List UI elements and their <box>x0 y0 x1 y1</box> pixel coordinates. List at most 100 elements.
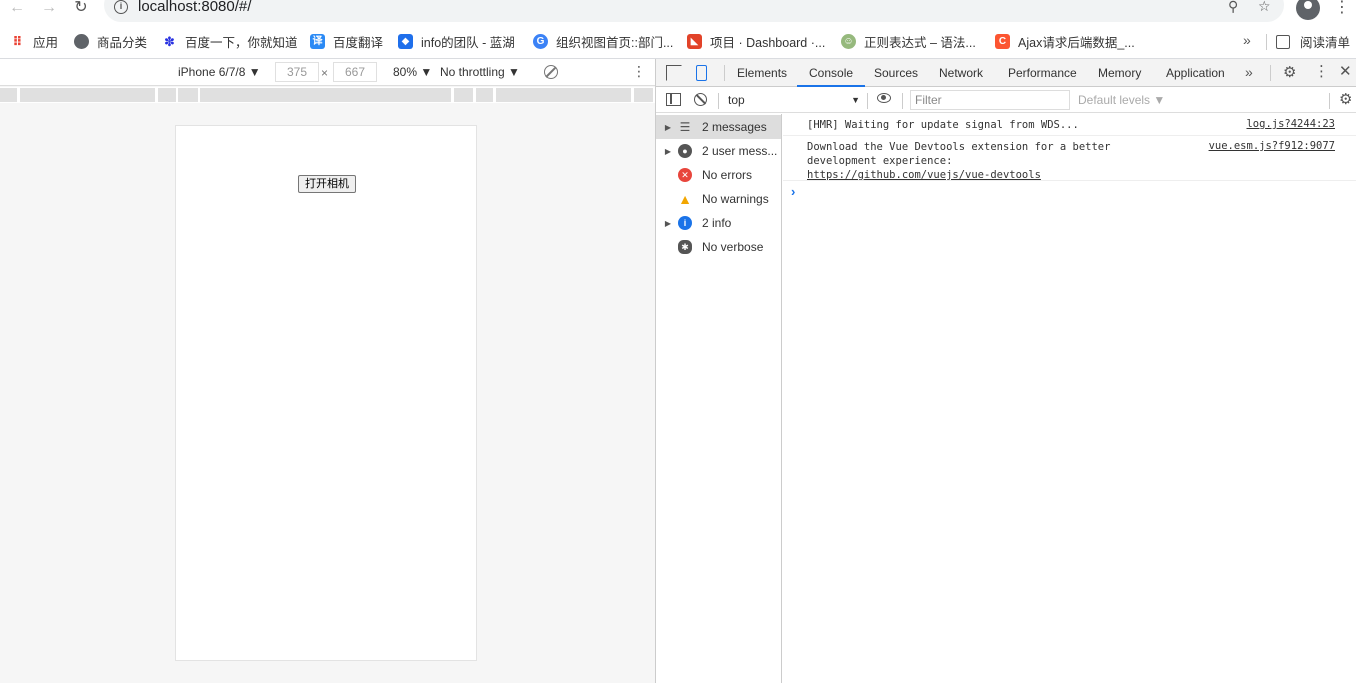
bookmark-item[interactable]: ◆ info的团队 - 蓝湖 <box>398 32 515 50</box>
device-toggle-icon[interactable] <box>696 65 707 81</box>
sidebar-item-user-messages[interactable]: ▶ ● 2 user mess... <box>656 139 781 163</box>
log-levels-select[interactable]: Default levels ▼ <box>1078 93 1165 107</box>
lanhu-icon: ◆ <box>398 33 413 49</box>
globe-icon <box>74 33 89 49</box>
message-text: [HMR] Waiting for update signal from WDS… <box>807 119 1079 131</box>
back-arrow-icon[interactable]: ← <box>6 0 28 18</box>
width-input[interactable]: 375 <box>275 62 319 82</box>
clear-console-icon[interactable] <box>694 93 707 106</box>
zoom-select[interactable]: 80% ▼ <box>393 65 432 79</box>
ruler-segment[interactable] <box>0 88 17 102</box>
media-query-ruler[interactable] <box>0 87 655 103</box>
bookmarks-divider <box>1266 34 1267 50</box>
tab-elements[interactable]: Elements <box>737 59 787 87</box>
ruler-segment[interactable] <box>178 88 198 102</box>
console-prompt[interactable]: › <box>791 184 795 199</box>
tab-performance[interactable]: Performance <box>1008 59 1077 87</box>
expand-arrow-icon[interactable]: ▶ <box>656 147 674 156</box>
rotate-icon[interactable] <box>544 65 558 79</box>
sidebar-item-label: No errors <box>702 168 753 182</box>
context-select[interactable]: top ▼ <box>728 91 860 109</box>
message-source-link[interactable]: vue.esm.js?f912:9077 <box>1209 140 1335 152</box>
live-expression-eye-icon[interactable] <box>877 93 891 103</box>
sidebar-item-warnings[interactable]: ▲ No warnings <box>656 187 781 211</box>
ruler-segment[interactable] <box>476 88 493 102</box>
height-input[interactable]: 667 <box>333 62 377 82</box>
tab-network[interactable]: Network <box>939 59 983 87</box>
ruler-segment[interactable] <box>454 88 473 102</box>
chrome-menu-icon[interactable]: ⋮ <box>1334 0 1350 16</box>
bookmark-apps[interactable]: ⠿ 应用 <box>10 32 58 50</box>
tab-memory[interactable]: Memory <box>1098 59 1141 87</box>
tab-sources[interactable]: Sources <box>874 59 918 87</box>
sidebar-item-verbose[interactable]: ✱ No verbose <box>656 235 781 259</box>
ruler-segment[interactable] <box>200 88 451 102</box>
settings-gear-icon[interactable]: ⚙ <box>1283 65 1296 81</box>
more-tabs-icon[interactable]: » <box>1245 64 1253 80</box>
ruler-segment[interactable] <box>158 88 176 102</box>
open-camera-button[interactable]: 打开相机 <box>298 175 356 193</box>
console-message: Download the Vue Devtools extension for … <box>783 136 1356 181</box>
site-info-icon[interactable]: i <box>114 0 128 14</box>
bookmark-item[interactable]: ◣ 项目 · Dashboard ·... <box>687 32 825 50</box>
sidebar-item-errors[interactable]: ✕ No errors <box>656 163 781 187</box>
sidebar-toggle-icon[interactable] <box>666 93 681 106</box>
dimension-separator: × <box>321 66 329 80</box>
console-sidebar: ▶ ☰ 2 messages ▶ ● 2 user mess... ✕ No e… <box>656 114 782 683</box>
sidebar-item-messages[interactable]: ▶ ☰ 2 messages <box>656 115 781 139</box>
throttling-select[interactable]: No throttling ▼ <box>440 65 520 79</box>
bookmark-item[interactable]: 商品分类 <box>74 32 147 50</box>
bookmark-item[interactable]: G 组织视图首页::部门... <box>533 32 673 50</box>
bookmark-label: 百度翻译 <box>333 35 384 50</box>
address-bar[interactable]: i localhost:8080/#/ ⚲ ☆ <box>104 0 1284 22</box>
expand-arrow-icon[interactable]: ▶ <box>656 219 674 228</box>
inspect-element-icon[interactable] <box>666 65 682 81</box>
vue-devtools-link[interactable]: https://github.com/vuejs/vue-devtools <box>807 169 1041 181</box>
apps-grid-icon: ⠿ <box>12 33 23 49</box>
devtools-panel: Elements Console Sources Network Perform… <box>655 59 1356 683</box>
sidebar-item-info[interactable]: ▶ i 2 info <box>656 211 781 235</box>
reload-icon[interactable]: ↻ <box>70 0 92 18</box>
address-url[interactable]: localhost:8080/#/ <box>138 0 251 15</box>
info-icon: i <box>678 216 692 230</box>
toolbar-divider <box>1270 65 1271 81</box>
bookmark-label: 百度一下，你就知道 <box>185 35 298 50</box>
baidu-paw-icon: ✽ <box>164 33 175 49</box>
reading-list-button[interactable]: 阅读清单 <box>1276 32 1350 51</box>
message-source-link[interactable]: log.js?4244:23 <box>1246 118 1335 130</box>
devtools-menu-icon[interactable]: ⋮ <box>1314 64 1329 80</box>
forward-arrow-icon[interactable]: → <box>38 0 60 18</box>
bookmark-item[interactable]: 译 百度翻译 <box>310 32 383 50</box>
tab-application[interactable]: Application <box>1166 59 1225 87</box>
device-emulation-pane: iPhone 6/7/8 ▼ 375 × 667 80% ▼ No thrott… <box>0 59 655 683</box>
console-log: [HMR] Waiting for update signal from WDS… <box>783 114 1356 683</box>
ruler-segment[interactable] <box>20 88 155 102</box>
bookmark-label: 组织视图首页::部门... <box>556 35 674 50</box>
warning-icon: ▲ <box>678 191 692 207</box>
toolbar-divider <box>718 93 719 109</box>
bookmark-label: 正则表达式 – 语法... <box>864 35 976 50</box>
bookmark-item[interactable]: ☺ 正则表达式 – 语法... <box>841 32 976 50</box>
bookmark-item[interactable]: ✽ 百度一下，你就知道 <box>162 32 298 50</box>
close-icon[interactable]: ✕ <box>1339 64 1352 80</box>
tab-console[interactable]: Console <box>797 59 866 87</box>
org-view-icon: G <box>533 33 548 49</box>
sidebar-item-label: 2 info <box>702 216 732 230</box>
more-bookmarks-icon[interactable]: » <box>1243 32 1251 48</box>
browser-toolbar: ← → ↻ i localhost:8080/#/ ⚲ ☆ ⋮ <box>0 0 1356 24</box>
bookmark-label: info的团队 - 蓝湖 <box>421 35 515 50</box>
console-settings-icon[interactable]: ⚙ <box>1339 92 1352 108</box>
bookmark-item[interactable]: C Ajax请求后端数据_... <box>995 32 1135 50</box>
device-more-icon[interactable]: ⋮ <box>632 64 646 78</box>
profile-avatar[interactable] <box>1296 0 1320 20</box>
console-filter-input[interactable] <box>910 90 1070 110</box>
bookmark-star-icon[interactable]: ☆ <box>1258 0 1271 15</box>
zoom-search-icon[interactable]: ⚲ <box>1228 0 1238 15</box>
ruler-segment[interactable] <box>634 88 653 102</box>
device-select[interactable]: iPhone 6/7/8 ▼ <box>178 65 261 79</box>
reading-list-label: 阅读清单 <box>1300 36 1351 50</box>
devtools-tabbar: Elements Console Sources Network Perform… <box>656 59 1356 87</box>
ruler-segment[interactable] <box>496 88 631 102</box>
user-icon: ● <box>678 144 692 158</box>
expand-arrow-icon[interactable]: ▶ <box>656 123 674 132</box>
